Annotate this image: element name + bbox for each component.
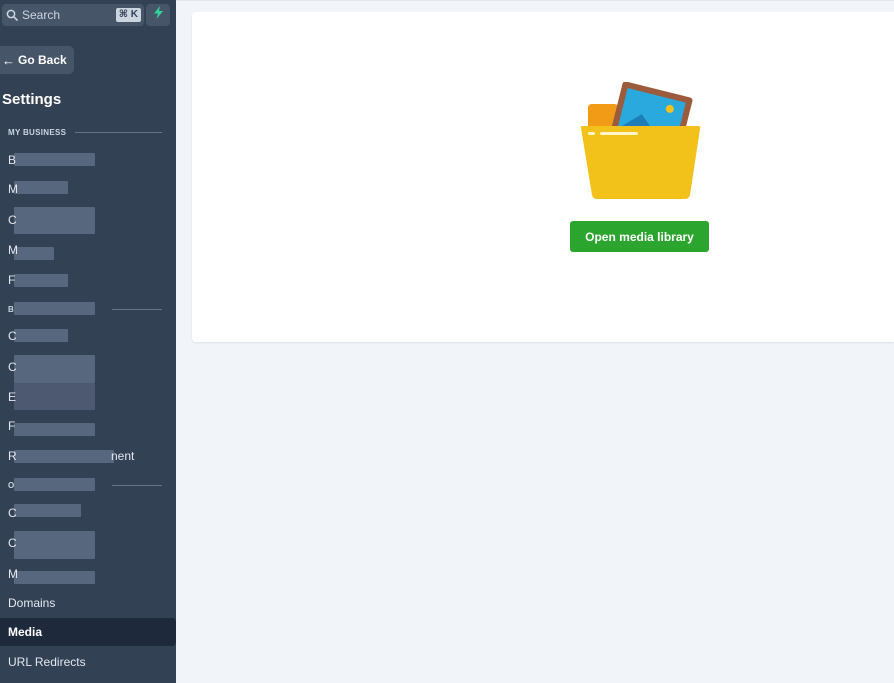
section-divider [112, 485, 162, 486]
sidebar-item-label: C [8, 506, 17, 520]
sidebar-title: Settings [2, 91, 62, 108]
sidebar-item-label: C [8, 360, 17, 374]
arrow-left-icon: ← [2, 52, 15, 68]
sidebar-item-label: C [8, 329, 17, 343]
section-divider [112, 309, 162, 310]
sidebar-item-media[interactable]: Media [0, 618, 176, 646]
sidebar-item-label: F [8, 273, 16, 287]
redacted-block [14, 274, 68, 287]
redacted-block [14, 355, 95, 383]
sidebar-item-label: M [8, 182, 18, 196]
sidebar-item-label: C [8, 213, 17, 227]
section-heading-my-business: MY BUSINESS [8, 128, 67, 137]
sidebar-item-label: F [8, 419, 16, 433]
sidebar-item-label: M [8, 567, 18, 581]
quick-action-button[interactable] [146, 4, 170, 26]
redacted-block [14, 181, 68, 194]
sidebar-item-label: Domains [8, 596, 56, 610]
search-input[interactable] [22, 8, 108, 22]
redacted-block [14, 423, 95, 436]
folder-image-icon [578, 81, 704, 202]
settings-sidebar: ⌘ K ← Go Back Settings MY BUSINESS B M C… [0, 0, 176, 683]
redacted-block [14, 450, 114, 463]
sidebar-item-label: Media [8, 625, 43, 639]
sidebar-item-label-suffix: nent [111, 449, 135, 463]
top-border [176, 0, 894, 1]
sidebar-item-url-redirects[interactable]: URL Redirects [0, 648, 176, 676]
redacted-block [14, 247, 54, 260]
sidebar-item-label: E [8, 390, 17, 404]
redacted-block [14, 329, 68, 342]
lightning-bolt-icon [153, 6, 164, 24]
sidebar-item-label: C [8, 536, 17, 550]
sidebar-item-label: M [8, 243, 18, 257]
search-icon [6, 9, 18, 21]
redacted-block [14, 302, 95, 315]
sidebar-item-label: B [8, 153, 17, 167]
redacted-block [14, 478, 95, 491]
redacted-block [14, 531, 95, 559]
sidebar-item-domains[interactable]: Domains [0, 589, 176, 617]
sidebar-item-label: URL Redirects [8, 655, 86, 669]
section-divider [75, 132, 162, 133]
sidebar-item-label: R [8, 449, 17, 463]
redacted-block [14, 571, 95, 584]
go-back-button[interactable]: ← Go Back [0, 46, 74, 74]
redacted-block [14, 504, 81, 517]
redacted-block [14, 383, 95, 410]
search-box[interactable]: ⌘ K [2, 4, 144, 26]
go-back-label: Go Back [18, 53, 67, 67]
open-media-library-button[interactable]: Open media library [570, 221, 709, 252]
redacted-block [14, 207, 95, 234]
search-shortcut-badge: ⌘ K [115, 8, 141, 22]
media-library-card: Open media library [192, 12, 894, 342]
redacted-block [14, 153, 95, 166]
